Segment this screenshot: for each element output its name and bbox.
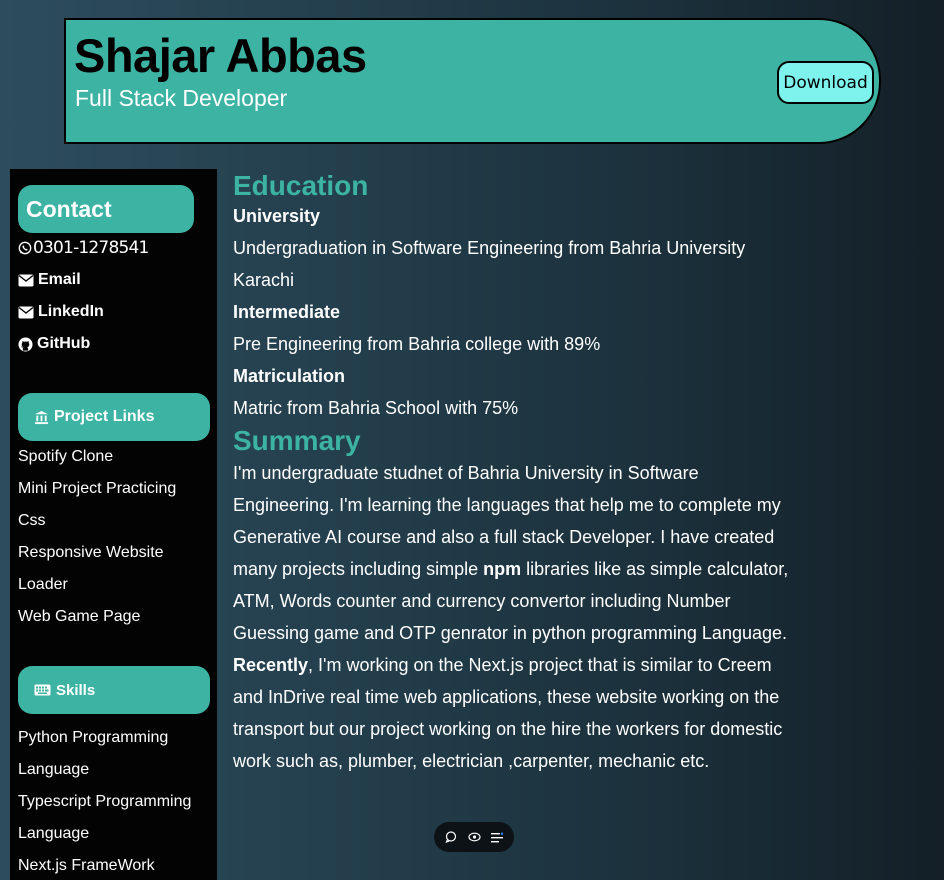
skill-item: Python Programming	[18, 729, 169, 746]
project-link-loader[interactable]: Loader	[18, 574, 68, 596]
envelope-icon	[18, 306, 34, 319]
floating-toolbar	[434, 822, 514, 852]
project-links-heading: Project Links	[18, 393, 210, 441]
summary-heading: Summary	[233, 425, 361, 456]
eye-icon[interactable]	[467, 832, 481, 842]
skills-label: Skills	[56, 681, 96, 699]
project-links-label: Project Links	[54, 408, 155, 425]
linkedin-label: LinkedIn	[38, 303, 104, 320]
contact-heading: Contact	[18, 185, 194, 233]
project-link-spotify-clone[interactable]: Spotify Clone	[18, 446, 113, 468]
comment-icon[interactable]	[445, 831, 457, 843]
person-name: Shajar Abbas	[74, 29, 367, 82]
intermediate-label: Intermediate	[233, 302, 341, 322]
contact-linkedin-link[interactable]: LinkedIn	[18, 301, 104, 323]
contact-email-link[interactable]: Email	[18, 269, 81, 291]
whatsapp-icon	[18, 241, 32, 255]
contact-phone[interactable]: 0301-1278541	[18, 237, 149, 259]
menu-list-icon[interactable]	[491, 832, 504, 843]
project-link-web-game-page[interactable]: Web Game Page	[18, 606, 140, 628]
sidebar: Contact 0301-1278541 Email LinkedIn GitH…	[10, 169, 217, 880]
header-banner: Shajar Abbas Full Stack Developer Downlo…	[64, 18, 881, 144]
intermediate-text: Pre Engineering from Bahria college with…	[233, 334, 601, 354]
skills-heading: Skills	[18, 666, 210, 714]
skill-item: Next.js FrameWork	[18, 857, 155, 874]
keyboard-icon	[34, 684, 51, 696]
university-label: University	[233, 206, 321, 226]
project-link-css[interactable]: Css	[18, 510, 46, 532]
summary-text: I'm undergraduate studnet of Bahria Univ…	[233, 463, 789, 771]
phone-number: 0301-1278541	[33, 238, 149, 258]
matriculation-text: Matric from Bahria School with 75%	[233, 398, 519, 418]
job-title: Full Stack Developer	[75, 85, 288, 111]
project-link-mini-project[interactable]: Mini Project Practicing	[18, 478, 176, 500]
contact-github-link[interactable]: GitHub	[18, 333, 90, 355]
email-label: Email	[38, 271, 81, 288]
github-label: GitHub	[37, 335, 91, 352]
github-icon	[18, 336, 33, 352]
university-text-cont: Karachi	[233, 270, 295, 290]
envelope-icon	[18, 274, 34, 287]
university-text: Undergraduation in Software Engineering …	[233, 238, 746, 258]
download-button[interactable]: Download	[777, 61, 874, 104]
project-link-responsive-website[interactable]: Responsive Website	[18, 542, 164, 564]
skill-item: Language	[18, 825, 90, 842]
education-heading: Education	[233, 170, 369, 201]
matriculation-label: Matriculation	[233, 366, 346, 386]
bank-icon	[34, 410, 49, 425]
skill-item: Language	[18, 761, 90, 778]
contact-heading-label: Contact	[26, 195, 112, 222]
skill-item: Typescript Programming	[18, 793, 192, 810]
